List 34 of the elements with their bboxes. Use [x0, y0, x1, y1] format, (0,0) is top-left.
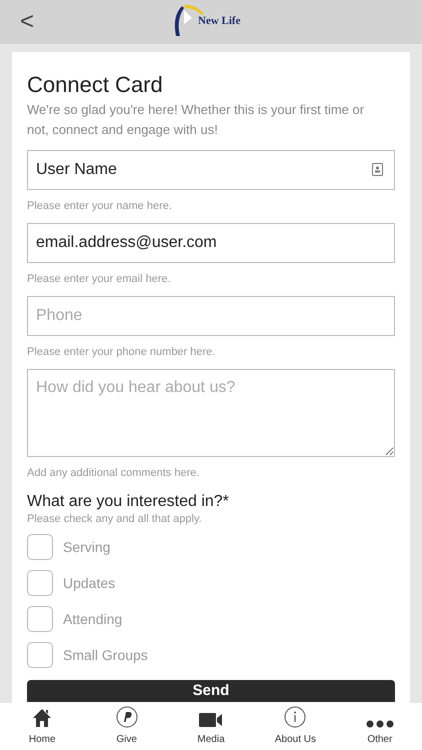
text-field[interactable]: User Name [27, 150, 395, 190]
option-label: Attending [63, 610, 122, 629]
field-hint: Please enter your email here. [27, 272, 172, 286]
intro-text: We're so glad you're here! Whether this is your first time or not, connect and engage with us! [27, 101, 366, 139]
info-icon [284, 706, 306, 728]
card-title: Connect Card [27, 72, 164, 98]
more-icon [366, 720, 394, 728]
video-camera-icon [199, 712, 224, 728]
contact-card-icon [372, 163, 383, 176]
question-heading: What are you interested in?* [27, 492, 230, 512]
tab-bar-item[interactable]: Home [0, 703, 84, 750]
home-icon [32, 708, 52, 728]
p-coin-icon [116, 706, 138, 728]
text-field[interactable]: email.address@user.com [27, 223, 395, 263]
field-hint: Please enter your name here. [27, 199, 173, 213]
comments-field[interactable]: How did you hear about us? [27, 369, 395, 457]
checkbox[interactable] [27, 642, 53, 668]
logo-text: New Life [198, 14, 240, 29]
send-button[interactable]: Send [27, 680, 395, 702]
field-hint: Add any additional comments here. [27, 466, 200, 480]
checkbox[interactable] [27, 534, 53, 560]
tab-bar-item[interactable]: Give [84, 703, 169, 750]
option-label: Updates [63, 574, 116, 593]
back-button[interactable]: < [20, 10, 34, 34]
tab-bar-item[interactable]: About Us [253, 703, 338, 750]
option-label: Serving [63, 538, 110, 557]
checkbox[interactable] [27, 570, 53, 596]
text-field[interactable]: Phone [27, 296, 395, 336]
tab-bar-item[interactable]: Media [168, 703, 254, 750]
option-label: Small Groups [63, 646, 148, 665]
checkbox[interactable] [27, 606, 53, 632]
question-hint: Please check any and all that apply. [27, 512, 203, 526]
field-hint: Please enter your phone number here. [27, 345, 216, 359]
tab-bar-item[interactable]: Other [338, 703, 422, 750]
